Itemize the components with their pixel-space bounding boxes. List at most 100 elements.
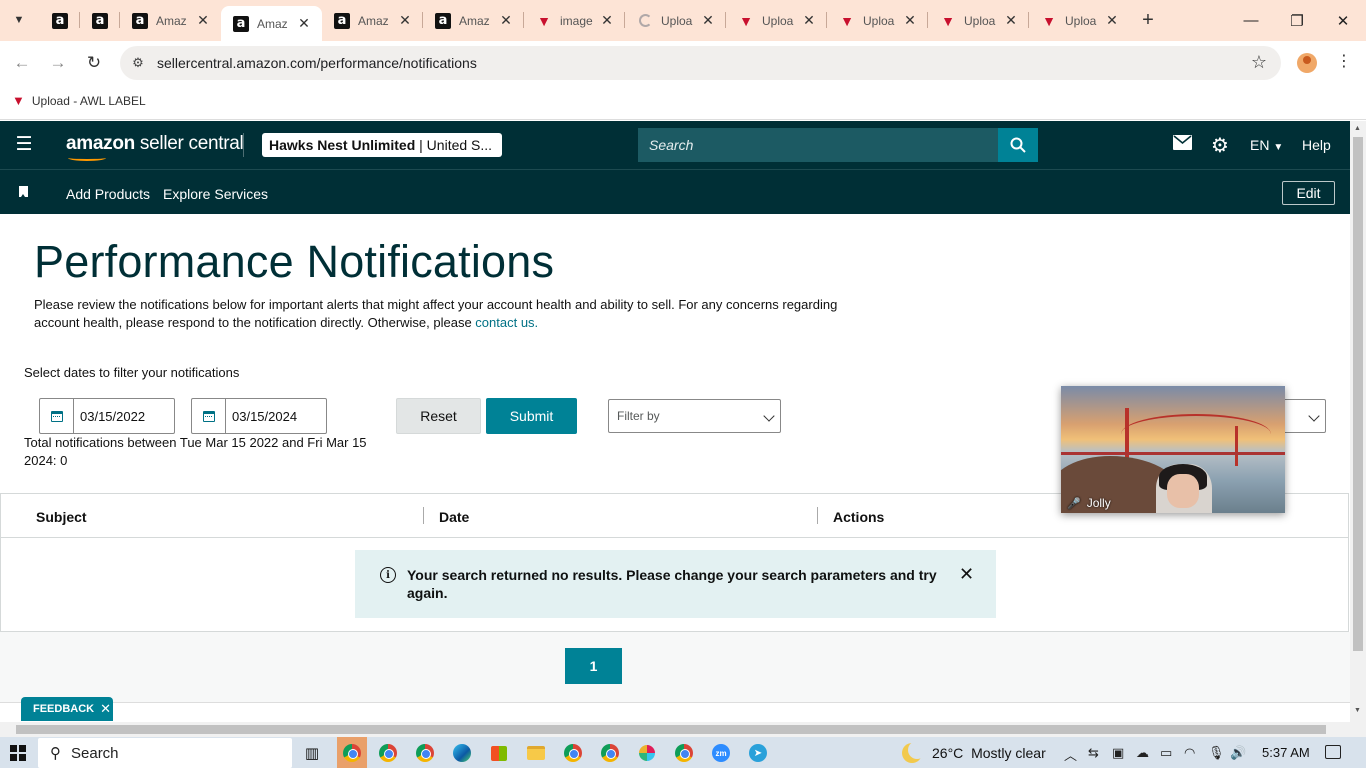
zoom-icon[interactable]: zm bbox=[710, 742, 732, 764]
gear-icon[interactable]: ⚙ bbox=[1211, 133, 1229, 158]
browser-tab[interactable]: ▼ Uploa ✕ bbox=[726, 0, 827, 41]
browser-tab-active[interactable]: a Amaz ✕ bbox=[221, 6, 322, 41]
close-tab-icon[interactable]: ✕ bbox=[599, 12, 615, 29]
mail-icon[interactable] bbox=[1173, 135, 1192, 155]
new-tab-plus-icon[interactable]: + bbox=[1134, 0, 1162, 41]
chrome-icon[interactable] bbox=[341, 742, 363, 764]
browser-tab[interactable]: a bbox=[80, 0, 120, 41]
volume-icon[interactable]: 🔊 bbox=[1230, 745, 1246, 761]
account-switcher[interactable]: Hawks Nest Unlimited | United S... bbox=[262, 133, 502, 157]
close-icon[interactable]: ✕ bbox=[100, 701, 111, 717]
scroll-up-icon[interactable]: ▲ bbox=[1354, 125, 1361, 132]
nav-explore-services[interactable]: Explore Services bbox=[163, 186, 268, 202]
battery-icon[interactable]: ▭ bbox=[1160, 745, 1172, 761]
edit-button[interactable]: Edit bbox=[1282, 181, 1335, 205]
horizontal-scrollbar[interactable] bbox=[0, 722, 1350, 737]
back-arrow-icon[interactable]: ← bbox=[10, 51, 34, 75]
reload-icon[interactable]: ↻ bbox=[82, 51, 106, 75]
chrome-icon[interactable] bbox=[562, 742, 584, 764]
forward-arrow-icon[interactable]: → bbox=[46, 51, 70, 75]
close-icon[interactable]: ✕ bbox=[959, 564, 974, 585]
tab-search-chevron-icon[interactable]: ▼ bbox=[6, 8, 32, 32]
bookmark-item[interactable]: ▼ Upload - AWL LABEL bbox=[12, 93, 146, 108]
vertical-scrollbar[interactable]: ▲ ▼ bbox=[1350, 121, 1366, 737]
chrome-icon[interactable] bbox=[673, 742, 695, 764]
close-tab-icon[interactable]: ✕ bbox=[296, 15, 312, 32]
taskbar-search[interactable]: ⚲ Search bbox=[38, 738, 292, 768]
browser-menu-icon[interactable]: ⋮ bbox=[1336, 51, 1352, 71]
close-tab-icon[interactable]: ✕ bbox=[195, 12, 211, 29]
notifications-icon[interactable] bbox=[1325, 745, 1341, 759]
close-tab-icon[interactable]: ✕ bbox=[1104, 12, 1120, 29]
edge-icon[interactable] bbox=[451, 742, 473, 764]
minimize-icon[interactable]: — bbox=[1228, 0, 1274, 41]
video-call-overlay[interactable]: 🎤 Jolly bbox=[1061, 386, 1285, 513]
scrollbar-thumb[interactable] bbox=[16, 725, 1326, 734]
end-date-field[interactable]: 03/15/2024 bbox=[191, 398, 327, 434]
calendar-icon[interactable] bbox=[40, 399, 74, 433]
chrome-icon[interactable] bbox=[377, 742, 399, 764]
meet-now-icon[interactable]: ▣ bbox=[1112, 745, 1124, 761]
seller-central-logo[interactable]: amazon seller central bbox=[66, 133, 244, 161]
start-date-value[interactable]: 03/15/2022 bbox=[80, 409, 145, 424]
browser-tab[interactable]: ▼ Uploa ✕ bbox=[827, 0, 928, 41]
feedback-button[interactable]: FEEDBACK ✕ bbox=[21, 697, 113, 721]
weather-widget[interactable]: 26°C Mostly clear bbox=[902, 741, 1046, 763]
close-tab-icon[interactable]: ✕ bbox=[801, 12, 817, 29]
address-bar[interactable]: ⚙ sellercentral.amazon.com/performance/n… bbox=[120, 46, 1281, 80]
close-tab-icon[interactable]: ✕ bbox=[498, 12, 514, 29]
close-tab-icon[interactable]: ✕ bbox=[700, 12, 716, 29]
browser-tab[interactable]: ▼ image ✕ bbox=[524, 0, 625, 41]
chrome-icon[interactable] bbox=[414, 742, 436, 764]
telegram-icon[interactable]: ➤ bbox=[747, 742, 769, 764]
column-actions[interactable]: Actions bbox=[833, 509, 884, 525]
browser-tab[interactable]: Uploa ✕ bbox=[625, 0, 726, 41]
start-date-field[interactable]: 03/15/2022 bbox=[39, 398, 175, 434]
chrome-icon[interactable] bbox=[599, 742, 621, 764]
bookmark-star-icon[interactable]: ☆ bbox=[1251, 52, 1267, 73]
hamburger-menu-icon[interactable]: ☰ bbox=[14, 135, 34, 155]
microphone-icon[interactable]: 🎙 bbox=[1208, 745, 1225, 761]
microsoft-store-icon[interactable] bbox=[488, 742, 510, 764]
page-button[interactable]: 1 bbox=[565, 648, 622, 684]
url-text[interactable]: sellercentral.amazon.com/performance/not… bbox=[157, 55, 477, 71]
browser-tab[interactable]: a Amaz ✕ bbox=[120, 0, 221, 41]
scrollbar-thumb[interactable] bbox=[1353, 137, 1363, 651]
task-view-icon[interactable]: ▥ bbox=[301, 742, 323, 764]
close-tab-icon[interactable]: ✕ bbox=[902, 12, 918, 29]
close-window-icon[interactable]: ✕ bbox=[1320, 0, 1366, 41]
browser-tab[interactable]: ▼ Uploa ✕ bbox=[928, 0, 1029, 41]
profile-avatar-icon[interactable] bbox=[1297, 53, 1317, 73]
column-subject[interactable]: Subject bbox=[36, 509, 87, 525]
filter-by-dropdown[interactable]: Filter by bbox=[608, 399, 781, 433]
site-settings-icon[interactable]: ⚙ bbox=[128, 54, 148, 72]
scroll-down-icon[interactable]: ▼ bbox=[1354, 707, 1361, 714]
bookmark-icon[interactable] bbox=[19, 186, 28, 197]
column-date[interactable]: Date bbox=[439, 509, 469, 525]
calendar-icon[interactable] bbox=[192, 399, 226, 433]
search-input[interactable] bbox=[638, 128, 998, 162]
wifi-icon[interactable]: ◠ bbox=[1184, 745, 1195, 761]
windows-start-icon[interactable] bbox=[10, 745, 26, 761]
nav-add-products[interactable]: Add Products bbox=[66, 186, 150, 202]
header-search-box[interactable] bbox=[638, 128, 998, 162]
browser-tab[interactable]: a Amaz ✕ bbox=[322, 0, 423, 41]
help-link[interactable]: Help bbox=[1302, 137, 1331, 153]
chevron-up-icon[interactable]: ︿ bbox=[1064, 745, 1077, 764]
language-selector[interactable]: EN ▼ bbox=[1250, 137, 1283, 153]
search-button[interactable] bbox=[998, 128, 1038, 162]
close-tab-icon[interactable]: ✕ bbox=[397, 12, 413, 29]
close-tab-icon[interactable]: ✕ bbox=[1003, 12, 1019, 29]
contact-us-link[interactable]: contact us. bbox=[475, 315, 538, 330]
browser-tab[interactable]: ▼ Uploa ✕ bbox=[1029, 0, 1130, 41]
network-settings-icon[interactable]: ⇆ bbox=[1088, 745, 1099, 761]
reset-button[interactable]: Reset bbox=[396, 398, 481, 434]
browser-tab[interactable]: a Amaz ✕ bbox=[423, 0, 524, 41]
file-explorer-icon[interactable] bbox=[525, 742, 547, 764]
restore-icon[interactable]: ❐ bbox=[1274, 0, 1320, 41]
slack-icon[interactable] bbox=[636, 742, 658, 764]
end-date-value[interactable]: 03/15/2024 bbox=[232, 409, 297, 424]
onedrive-cloud-icon[interactable]: ☁ bbox=[1136, 745, 1149, 761]
browser-tab[interactable]: a bbox=[40, 0, 80, 41]
clock[interactable]: 5:37 AM bbox=[1262, 745, 1310, 760]
